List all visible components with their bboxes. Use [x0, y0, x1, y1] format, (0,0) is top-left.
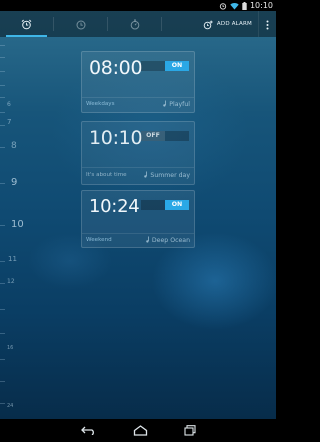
status-bar: 10:10	[0, 0, 276, 11]
stopwatch-icon	[130, 15, 140, 34]
ruler-tick	[0, 112, 5, 113]
alarm-label: Weekend	[86, 237, 112, 243]
clock-icon	[76, 15, 86, 34]
ruler-label-8: 8	[11, 141, 17, 151]
ruler-tick	[0, 381, 5, 382]
ruler-tick	[0, 57, 5, 58]
alarm-card[interactable]: 10:10 OFF It's about time Summer day	[81, 121, 195, 185]
ruler-tick	[0, 45, 5, 46]
ruler-label-10: 10	[11, 219, 24, 230]
navigation-bar	[0, 419, 276, 442]
ringtone-name: Summer day	[150, 172, 190, 179]
alarm-time: 10:24	[89, 196, 140, 217]
ruler-tick	[0, 183, 5, 184]
alarm-card[interactable]: 08:00 ON Weekdays Playful	[81, 51, 195, 113]
ruler-tick	[0, 147, 5, 148]
battery-icon	[242, 1, 247, 10]
status-icons: 10:10	[219, 0, 273, 11]
alarm-card[interactable]: 10:24 ON Weekend Deep Ocean	[81, 190, 195, 248]
card-divider	[82, 97, 194, 98]
ruler-tick	[0, 85, 5, 86]
ruler-tick	[0, 359, 5, 360]
card-divider	[82, 233, 194, 234]
ruler-tick	[0, 283, 5, 284]
overflow-menu-icon	[266, 15, 269, 34]
ruler-tick	[0, 261, 5, 262]
action-bar: ADD ALARM	[0, 11, 276, 37]
alarm-time: 08:00	[89, 57, 143, 79]
tab-alarms[interactable]	[0, 11, 53, 37]
alarm-clock-icon	[21, 15, 32, 34]
alarm-toggle[interactable]: OFF	[141, 131, 189, 141]
alarm-toggle[interactable]: ON	[141, 200, 189, 210]
ruler-tick	[0, 225, 5, 226]
alarm-ringtone: Summer day	[143, 171, 190, 180]
ringtone-name: Playful	[169, 101, 190, 108]
ruler-tick	[0, 97, 5, 98]
alarm-ringtone: Playful	[162, 100, 190, 109]
alarm-label: Weekdays	[86, 101, 115, 107]
music-note-icon	[143, 171, 148, 180]
recents-icon[interactable]	[183, 425, 196, 436]
ruler-tick	[0, 125, 5, 126]
toggle-state: ON	[165, 61, 189, 71]
alarm-icon	[219, 2, 227, 10]
music-note-icon	[162, 100, 167, 109]
ruler-label-7: 7	[7, 118, 12, 126]
alarm-toggle[interactable]: ON	[141, 61, 189, 71]
ruler-label-9: 9	[11, 177, 18, 188]
timeline-ruler: 6 7 8 9 10 11 12 16 24	[0, 37, 40, 419]
toggle-state: ON	[165, 200, 189, 210]
ruler-tick	[0, 403, 5, 404]
toggle-state: OFF	[141, 131, 165, 141]
music-note-icon	[145, 236, 150, 245]
add-alarm-button[interactable]: ADD ALARM	[197, 11, 258, 37]
alarm-label: It's about time	[86, 172, 127, 178]
alarm-time: 10:10	[89, 127, 143, 149]
tab-divider	[161, 17, 162, 31]
overflow-menu-button[interactable]	[258, 11, 276, 37]
add-alarm-label: ADD ALARM	[216, 21, 252, 27]
alarm-ringtone: Deep Ocean	[145, 236, 190, 245]
ruler-tick	[0, 71, 5, 72]
tab-clock[interactable]	[54, 11, 107, 37]
alarm-app: ADD ALARM 6 7 8 9 10 11 12 16 24 08:00 O…	[0, 11, 276, 419]
ringtone-name: Deep Ocean	[151, 237, 190, 244]
ruler-tick	[0, 309, 5, 310]
ruler-label-24: 24	[7, 403, 14, 409]
tab-stopwatch[interactable]	[108, 11, 161, 37]
ruler-label-6: 6	[7, 101, 11, 108]
ruler-tick	[0, 333, 5, 334]
card-divider	[82, 167, 194, 168]
ruler-label-11: 11	[8, 255, 17, 263]
home-icon[interactable]	[133, 425, 148, 436]
wifi-icon	[230, 2, 239, 10]
back-icon[interactable]	[80, 426, 97, 435]
status-time: 10:10	[249, 1, 273, 10]
add-alarm-icon	[203, 15, 213, 34]
ruler-label-12: 12	[7, 278, 15, 285]
ruler-label-16: 16	[7, 345, 14, 351]
